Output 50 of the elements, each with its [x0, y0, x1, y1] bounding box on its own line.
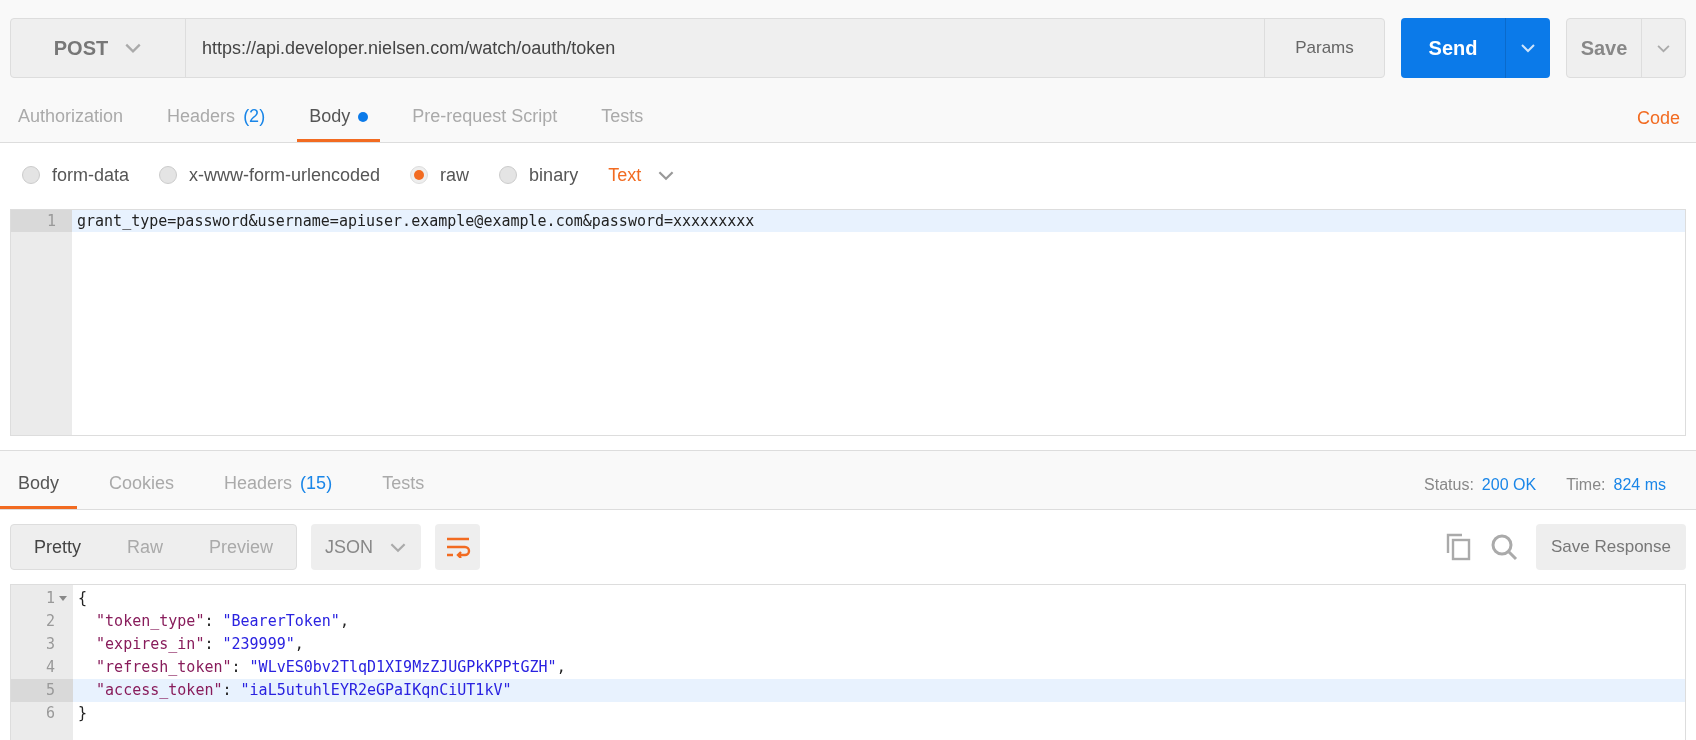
request-tab[interactable]: Tests: [589, 94, 656, 142]
view-mode-tab[interactable]: Raw: [104, 525, 187, 569]
code-link[interactable]: Code: [1636, 105, 1680, 132]
response-tab[interactable]: Body: [0, 461, 78, 509]
response-tab[interactable]: Cookies: [91, 461, 193, 509]
line-number: 5: [45, 680, 55, 702]
chevron-down-icon: [1520, 43, 1536, 53]
code-line: "refresh_token": "WLvES0bv2TlqD1XI9MzZJUGPkKPPtGZH",: [95, 657, 567, 678]
line-number: 1: [45, 588, 55, 610]
method-dropdown[interactable]: POST: [11, 19, 186, 77]
params-button[interactable]: Params: [1264, 19, 1384, 77]
format-dropdown[interactable]: JSON: [311, 524, 422, 570]
code-line: "expires_in": "239999",: [95, 634, 305, 655]
wrap-lines-icon: [444, 536, 471, 558]
view-mode-tab[interactable]: Pretty: [11, 525, 104, 569]
body-mode-radio[interactable]: form-data: [22, 161, 130, 189]
chevron-down-icon: [389, 541, 408, 553]
time-value: 824 ms: [1613, 475, 1666, 495]
request-url-bar[interactable]: POST https://api.developer.nielsen.com/watch/oauth/token Params: [10, 18, 1385, 78]
line-number: 1: [11, 210, 72, 232]
fold-caret-icon[interactable]: [59, 596, 67, 601]
search-icon[interactable]: [1489, 533, 1518, 561]
wrap-lines-button[interactable]: [435, 524, 481, 570]
copy-icon[interactable]: [1445, 533, 1472, 561]
url-field[interactable]: https://api.developer.nielsen.com/watch/oauth/token: [186, 19, 1264, 77]
response-tab[interactable]: Headers (15): [206, 461, 351, 509]
line-number: 3: [45, 634, 55, 656]
body-mode-radio[interactable]: raw: [410, 161, 470, 189]
status-label: Status:: [1424, 475, 1474, 495]
request-tab[interactable]: Authorization: [6, 94, 136, 142]
request-tab[interactable]: Pre-request Script: [400, 94, 570, 142]
chevron-down-icon: [124, 42, 143, 54]
content-type-dropdown[interactable]: Text: [608, 161, 676, 189]
line-number: 6: [45, 703, 55, 725]
body-mode-radio[interactable]: x-www-form-urlencoded: [159, 161, 381, 189]
request-tab[interactable]: Headers (2): [155, 94, 278, 142]
time-label: Time:: [1566, 475, 1606, 495]
save-response-button[interactable]: Save Response: [1535, 524, 1686, 570]
response-tab[interactable]: Tests: [364, 461, 443, 509]
line-number: 2: [45, 611, 55, 633]
request-tab[interactable]: Body: [297, 94, 381, 142]
code-line: {: [77, 588, 89, 609]
code-line: "token_type": "BearerToken",: [95, 611, 350, 632]
chevron-down-icon: [1656, 43, 1671, 53]
body-mode-radio[interactable]: binary: [499, 161, 579, 189]
line-number: 4: [45, 657, 55, 679]
view-mode-tab[interactable]: Preview: [186, 525, 297, 569]
code-line: }: [77, 703, 89, 724]
status-value: 200 OK: [1481, 475, 1537, 495]
chevron-down-icon: [657, 169, 676, 181]
